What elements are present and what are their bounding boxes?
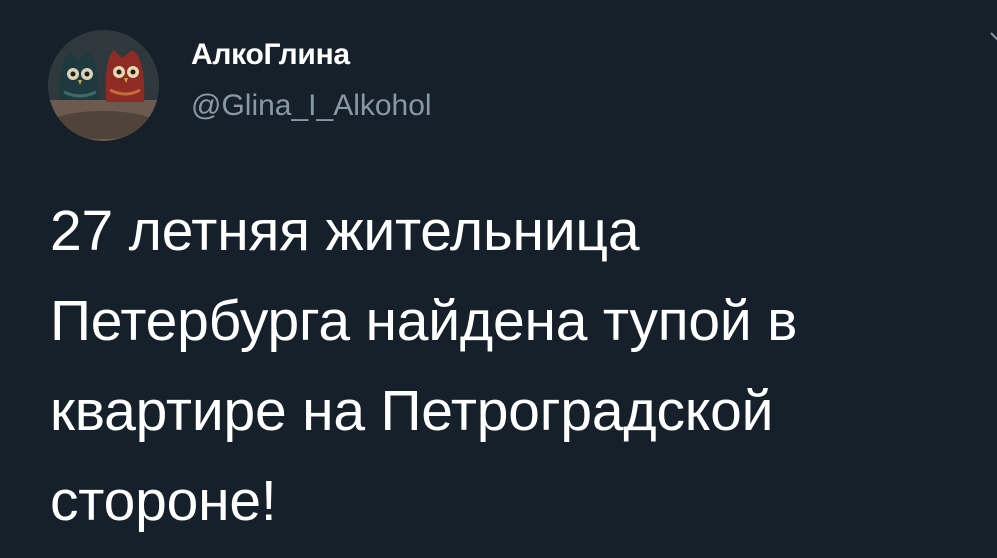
- tweet-text-line: 27 летняя жительница: [50, 199, 640, 263]
- tweet-text-line: стороне!: [50, 469, 277, 533]
- tweet-text-line: квартире на Петроградской: [50, 379, 774, 443]
- author-display-name[interactable]: АлкоГлина: [191, 38, 350, 72]
- tweet-text: 27 летняя жительница Петербурга найдена …: [50, 186, 980, 546]
- tweet-card: АлкоГлина @Glina_I_Alkohol 27 летняя жит…: [0, 0, 997, 558]
- author-avatar[interactable]: [48, 30, 159, 141]
- author-handle[interactable]: @Glina_I_Alkohol: [191, 89, 432, 123]
- chevron-down-icon[interactable]: [989, 28, 997, 44]
- tweet-text-line: Петербурга найдена тупой в: [50, 289, 798, 353]
- owl-figurines-avatar-icon: [48, 30, 159, 141]
